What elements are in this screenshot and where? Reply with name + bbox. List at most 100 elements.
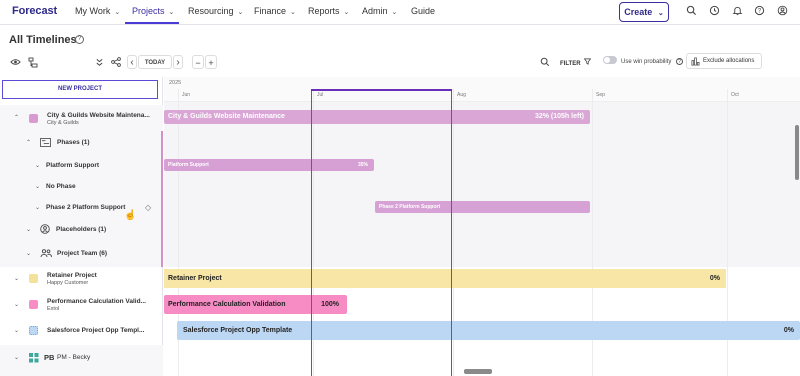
vertical-scrollbar[interactable] <box>795 125 799 180</box>
app-root: Forecast My Work ⌄ Projects ⌄ Resourcing ⌄ … <box>0 0 800 376</box>
nav-admin[interactable]: Admin ⌄ <box>362 6 397 16</box>
filter-icon <box>583 58 592 67</box>
chevron-down-icon: ⌄ <box>343 9 350 16</box>
win-probability-label: Use win probability ? <box>621 58 684 65</box>
project-title: Performance Calculation Valid... <box>47 298 146 305</box>
help-icon[interactable]: ? <box>75 35 84 44</box>
list-item-city-guilds[interactable]: ⌃ City & Guilds Website Maintena... City… <box>0 110 163 130</box>
chevron-down-icon[interactable]: ⌄ <box>14 275 19 282</box>
phase-label: No Phase <box>46 183 76 190</box>
bar-label: Performance Calculation Validation <box>168 301 286 308</box>
timeline-search-icon[interactable] <box>538 55 552 69</box>
app-logo[interactable]: Forecast <box>12 5 57 17</box>
chevron-down-icon[interactable]: ⌄ <box>26 226 31 233</box>
timeline-header: 2025 Jun Jul Aug Sep Oct <box>164 77 800 102</box>
project-client: City & Guilds <box>47 120 79 126</box>
help-icon[interactable]: ? <box>752 5 766 19</box>
nav-resourcing[interactable]: Resourcing ⌄ <box>188 6 243 16</box>
project-client: Extol <box>47 306 60 312</box>
list-item-platform-support[interactable]: ⌄ Platform Support <box>0 160 163 174</box>
program-prefix: PB <box>44 353 55 362</box>
list-item-placeholders[interactable]: ⌄ Placeholders (1) <box>0 224 163 238</box>
nav-guide-label: Guide <box>411 6 436 16</box>
drag-handle-icon[interactable]: ◇ <box>145 203 151 212</box>
nav-finance-label: Finance <box>254 6 287 16</box>
timeline-area[interactable]: 2025 Jun Jul Aug Sep Oct City & Guilds W… <box>164 77 800 376</box>
project-color-line <box>161 131 163 267</box>
chevron-down-icon[interactable]: ⌄ <box>35 204 40 211</box>
exclude-allocations-button[interactable]: Exclude allocations <box>686 53 762 69</box>
list-item-salesforce[interactable]: ⌄ Salesforce Project Opp Templ... <box>0 325 163 339</box>
chevron-down-icon: ⌄ <box>237 9 244 16</box>
zoom-out-button[interactable]: − <box>192 55 204 69</box>
chevron-down-icon[interactable]: ⌄ <box>14 301 19 308</box>
chevron-up-icon[interactable]: ⌃ <box>26 139 31 146</box>
clock-icon[interactable] <box>707 5 721 19</box>
placeholders-label: Placeholders (1) <box>56 226 107 233</box>
exclude-allocations-label: Exclude allocations <box>703 58 755 64</box>
chevron-down-icon[interactable]: ⌄ <box>35 183 40 190</box>
dependencies-icon[interactable] <box>110 55 122 69</box>
chevron-down-icon[interactable]: ⌄ <box>26 250 31 257</box>
info-icon[interactable]: ? <box>676 58 684 65</box>
selected-month-highlight <box>311 90 452 376</box>
project-client: Happy Customer <box>47 280 89 286</box>
win-probability-text: Use win probability <box>621 59 672 65</box>
new-project-button[interactable]: NEW PROJECT <box>2 80 158 99</box>
nav-guide[interactable]: Guide <box>411 6 435 16</box>
project-color-swatch <box>29 326 38 335</box>
project-team-label: Project Team (6) <box>57 250 108 257</box>
nav-projects[interactable]: Projects ⌄ <box>132 6 174 16</box>
user-icon[interactable] <box>775 5 789 19</box>
placeholder-user-icon <box>40 224 50 236</box>
group-by-icon[interactable] <box>27 55 39 69</box>
year-label: 2025 <box>169 80 182 86</box>
list-item-no-phase[interactable]: ⌄ No Phase <box>0 181 163 195</box>
horizontal-scrollbar[interactable] <box>464 369 492 374</box>
list-item-performance-calculation[interactable]: ⌄ Performance Calculation Valid... Extol <box>0 296 163 316</box>
chevron-up-icon[interactable]: ⌃ <box>14 114 19 121</box>
nav-finance[interactable]: Finance ⌄ <box>254 6 296 16</box>
nav-reports-label: Reports <box>308 6 340 16</box>
eye-icon[interactable] <box>9 55 21 69</box>
project-title: Retainer Project <box>47 272 97 279</box>
chevron-down-icon[interactable]: ⌄ <box>14 354 19 361</box>
timeline-bar-salesforce[interactable]: Salesforce Project Opp Template 0% <box>177 321 800 340</box>
mouse-cursor: ☝ <box>124 210 137 221</box>
bar-progress: 0% <box>783 327 794 334</box>
phases-label: Phases (1) <box>57 139 90 146</box>
create-button[interactable]: Create ⌄ <box>619 2 669 22</box>
phase-label: Phase 2 Platform Support <box>46 204 126 211</box>
top-nav: Forecast My Work ⌄ Projects ⌄ Resourcing ⌄ … <box>0 0 800 25</box>
list-item-pm-becky[interactable]: ⌄ PB PM - Becky <box>0 352 163 366</box>
bar-label: Platform Support <box>168 162 209 168</box>
nav-projects-label: Projects <box>132 6 165 16</box>
win-probability-toggle[interactable] <box>603 56 617 64</box>
filter-label: FILTER <box>560 61 581 67</box>
list-item-retainer-project[interactable]: ⌄ Retainer Project Happy Customer <box>0 270 163 290</box>
project-color-swatch <box>29 274 38 283</box>
previous-button[interactable]: ‹ <box>127 55 137 69</box>
bell-icon[interactable] <box>730 5 744 19</box>
project-title: Salesforce Project Opp Templ... <box>47 327 145 334</box>
bar-progress: 32% (105h left) <box>534 113 584 120</box>
create-label: Create <box>624 7 653 17</box>
nav-my-work[interactable]: My Work ⌄ <box>75 6 120 16</box>
project-color-swatch <box>29 114 38 123</box>
list-item-phase-2[interactable]: ⌄ Phase 2 Platform Support ◇ <box>0 202 163 216</box>
filter-button[interactable]: FILTER <box>560 58 592 67</box>
chevron-down-icon[interactable]: ⌄ <box>35 162 40 169</box>
program-title: PM - Becky <box>57 354 91 361</box>
list-item-project-team[interactable]: ⌄ Project Team (6) <box>0 248 163 262</box>
search-icon[interactable] <box>684 5 698 19</box>
next-button[interactable]: › <box>173 55 183 69</box>
collapse-all-icon[interactable] <box>93 55 105 69</box>
bar-label: Retainer Project <box>168 275 222 282</box>
list-item-phases[interactable]: ⌃ Phases (1) <box>0 137 163 151</box>
zoom-in-button[interactable]: + <box>205 55 217 69</box>
chevron-down-icon[interactable]: ⌄ <box>14 327 19 334</box>
today-button[interactable]: TODAY <box>138 55 172 69</box>
chevron-down-icon: ⌄ <box>391 9 398 16</box>
nav-reports[interactable]: Reports ⌄ <box>308 6 349 16</box>
nav-my-work-label: My Work <box>75 6 111 16</box>
